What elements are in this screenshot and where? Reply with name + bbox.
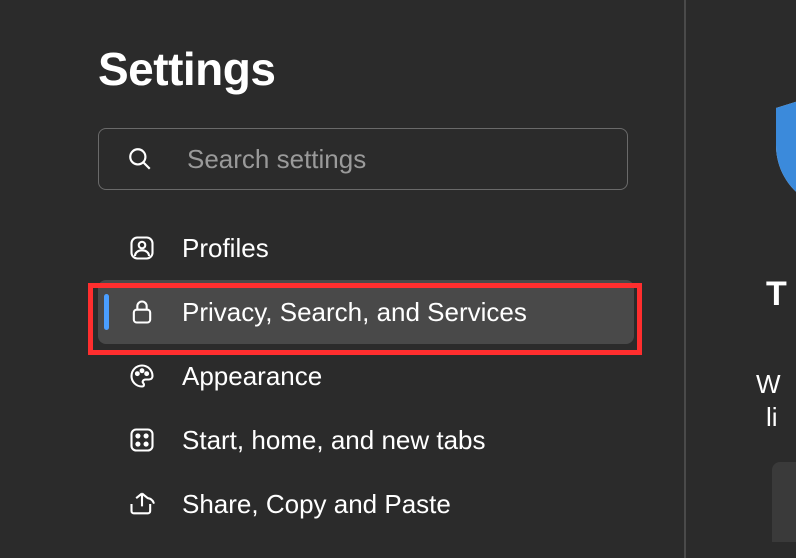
share-icon	[128, 490, 156, 518]
profile-icon	[128, 234, 156, 262]
sidebar-item-label: Start, home, and new tabs	[182, 425, 486, 456]
content-text-partial: W	[756, 365, 796, 404]
sidebar-item-profiles[interactable]: Profiles	[98, 216, 634, 280]
settings-sidebar: Settings Profiles Privacy, Search, and S…	[0, 0, 684, 558]
search-input[interactable]	[187, 144, 627, 175]
sidebar-item-label: Privacy, Search, and Services	[182, 297, 527, 328]
sidebar-item-label: Profiles	[182, 233, 269, 264]
lock-icon	[128, 298, 156, 326]
sidebar-item-appearance[interactable]: Appearance	[98, 344, 634, 408]
sidebar-item-privacy[interactable]: Privacy, Search, and Services	[98, 280, 634, 344]
shield-icon	[768, 90, 796, 210]
grid-icon	[128, 426, 156, 454]
search-icon	[127, 146, 153, 172]
sidebar-divider	[684, 0, 686, 558]
page-title: Settings	[98, 42, 684, 96]
search-container[interactable]	[98, 128, 628, 190]
sidebar-item-label: Share, Copy and Paste	[182, 489, 451, 520]
sidebar-item-share[interactable]: Share, Copy and Paste	[98, 472, 634, 536]
sidebar-item-start[interactable]: Start, home, and new tabs	[98, 408, 634, 472]
content-heading-partial: T	[766, 275, 796, 314]
content-text-partial: li	[766, 402, 796, 433]
palette-icon	[128, 362, 156, 390]
content-panel-partial: T W li	[700, 0, 796, 558]
sidebar-item-label: Appearance	[182, 361, 322, 392]
shield-icon-partial	[768, 90, 796, 210]
content-card-partial	[772, 462, 796, 542]
